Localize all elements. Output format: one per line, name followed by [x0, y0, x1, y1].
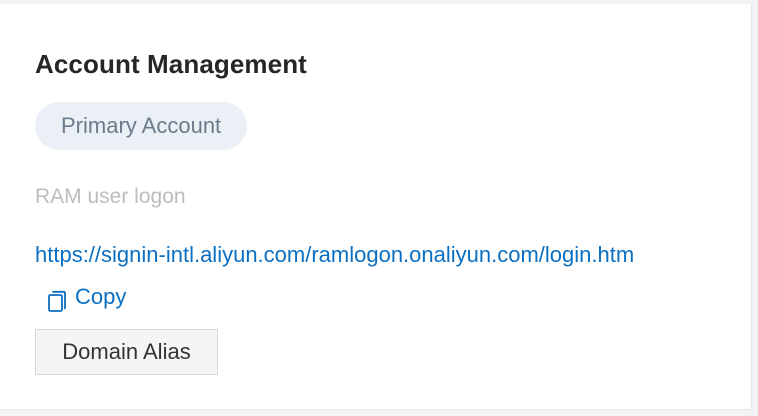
section-title: Account Management [35, 49, 307, 79]
ram-logon-url-link[interactable]: https://signin-intl.aliyun.com/ramlogon.… [35, 242, 634, 267]
copy-url-button[interactable]: Copy [45, 276, 126, 318]
account-management-card: Account Management Primary Account RAM u… [0, 4, 752, 410]
copy-icon [45, 285, 69, 312]
ram-logon-url-row: https://signin-intl.aliyun.com/ramlogon.… [35, 234, 725, 327]
domain-alias-button[interactable]: Domain Alias [35, 329, 218, 375]
account-type-badge: Primary Account [35, 102, 248, 150]
page: Account Management Primary Account RAM u… [0, 0, 758, 416]
copy-label: Copy [75, 284, 127, 309]
ram-user-logon-label: RAM user logon [35, 185, 186, 208]
